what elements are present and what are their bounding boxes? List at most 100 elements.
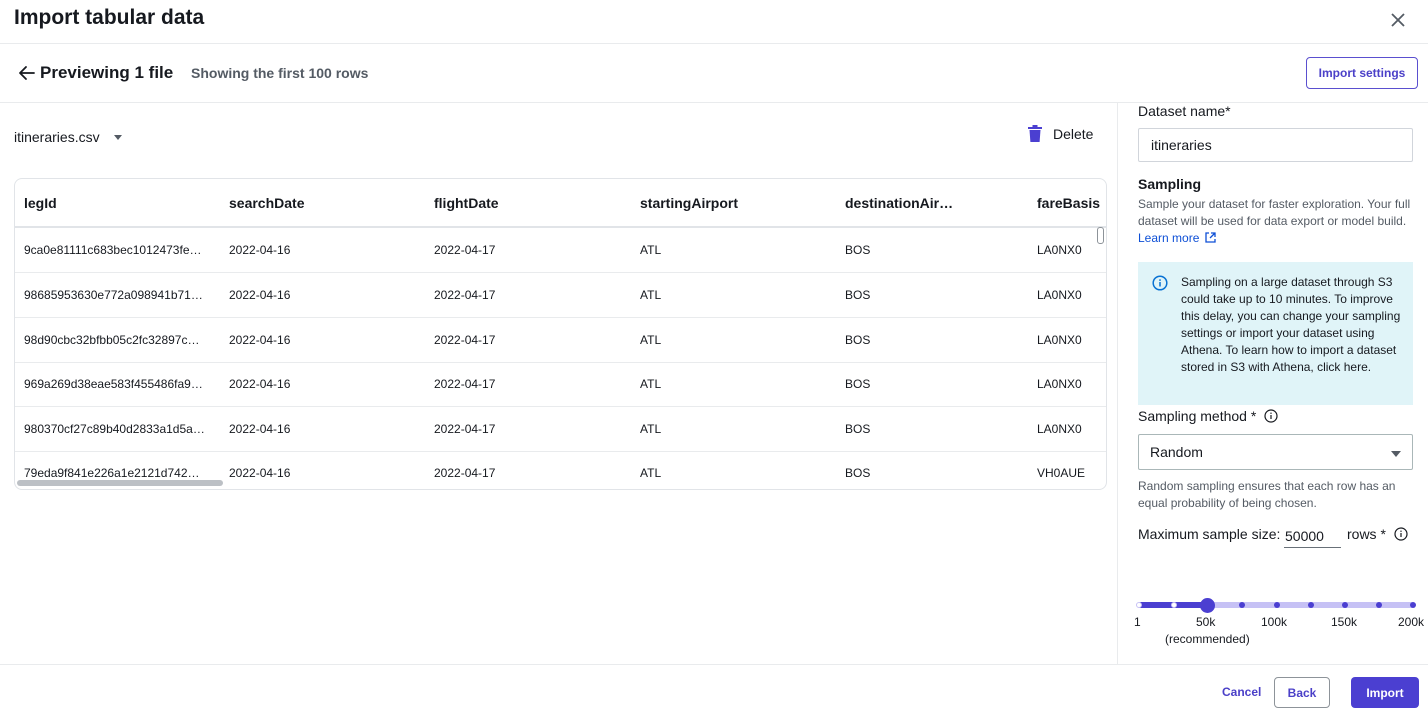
delete-label: Delete [1053, 126, 1094, 142]
table-cell: ATL [640, 377, 662, 391]
rows-label-text: rows * [1347, 526, 1386, 542]
table-cell: BOS [845, 288, 871, 302]
slider-tick [1342, 602, 1348, 608]
sampling-method-value: Random [1150, 444, 1203, 460]
learn-more-link[interactable]: Learn more [1138, 231, 1216, 245]
dialog-footer [0, 664, 1428, 714]
table-row: 98d90cbc32bfbb05c2fc32897c… 2022-04-16 2… [15, 318, 1106, 363]
table-cell: VH0AUE [1037, 466, 1086, 480]
horizontal-scrollbar[interactable] [17, 480, 223, 486]
max-sample-label: Maximum sample size: [1138, 526, 1281, 542]
slider-recommended-label: (recommended) [1165, 632, 1250, 646]
sampling-description-text: Sample your dataset for faster explorati… [1138, 197, 1411, 228]
table-cell: LA0NX0 [1037, 333, 1082, 347]
preview-table[interactable]: legId searchDate flightDate startingAirp… [14, 178, 1107, 490]
table-cell: BOS [845, 422, 871, 436]
sampling-method-help: Random sampling ensures that each row ha… [1138, 479, 1396, 510]
slider-label: 1 [1134, 615, 1141, 629]
table-cell: BOS [845, 377, 871, 391]
table-cell: 2022-04-17 [434, 288, 496, 302]
column-header[interactable]: destinationAir… [845, 195, 953, 211]
table-cell: BOS [845, 243, 871, 257]
close-icon[interactable] [1386, 8, 1410, 32]
caret-down-icon [113, 134, 122, 140]
table-cell: 79eda9f841e226a1e2121d742… [24, 466, 200, 480]
file-select-label: itineraries.csv [14, 129, 100, 145]
table-cell: ATL [640, 466, 662, 480]
table-cell: ATL [640, 422, 662, 436]
table-cell: 2022-04-17 [434, 422, 496, 436]
table-cell: 98685953630e772a098941b71… [24, 288, 203, 302]
table-cell: BOS [845, 466, 871, 480]
slider-tick [1376, 602, 1382, 608]
table-cell: LA0NX0 [1037, 377, 1082, 391]
max-sample-input[interactable] [1284, 524, 1341, 548]
info-icon[interactable] [1394, 527, 1408, 541]
external-link-icon [1205, 232, 1216, 243]
slider-tick [1136, 602, 1142, 608]
trash-icon [1028, 125, 1042, 142]
table-cell: 2022-04-16 [229, 466, 291, 480]
import-settings-button[interactable]: Import settings [1306, 57, 1418, 89]
slider-label: 150k [1331, 615, 1358, 629]
table-cell: LA0NX0 [1037, 243, 1082, 257]
table-cell: 980370cf27c89b40d2833a1d5a… [24, 422, 205, 436]
table-cell: 969a269d38eae583f455486fa9… [24, 377, 203, 391]
table-cell: 2022-04-17 [434, 243, 496, 257]
table-row: 9ca0e81111c683bec1012473fe… 2022-04-16 2… [15, 228, 1106, 273]
panel-divider [1117, 103, 1118, 664]
back-arrow-icon[interactable] [16, 62, 38, 84]
learn-more-label: Learn more [1138, 231, 1200, 245]
info-alert-text: Sampling on a large dataset through S3 c… [1181, 275, 1401, 374]
table-row: 980370cf27c89b40d2833a1d5a… 2022-04-16 2… [15, 407, 1106, 452]
table-cell: 2022-04-17 [434, 466, 496, 480]
rows-label: rows * [1347, 526, 1408, 542]
column-header[interactable]: startingAirport [640, 195, 738, 211]
caret-down-icon [1391, 451, 1401, 457]
table-cell: 2022-04-16 [229, 243, 291, 257]
dataset-name-label: Dataset name* [1138, 103, 1231, 119]
sampling-method-label-text: Sampling method * [1138, 408, 1257, 424]
table-row: 98685953630e772a098941b71… 2022-04-16 20… [15, 273, 1106, 318]
preview-bar: Previewing 1 file Showing the first 100 … [0, 44, 1428, 103]
table-cell: LA0NX0 [1037, 422, 1082, 436]
table-cell: BOS [845, 333, 871, 347]
table-cell: 2022-04-16 [229, 377, 291, 391]
table-cell: 2022-04-17 [434, 377, 496, 391]
import-button[interactable]: Import [1351, 677, 1419, 708]
table-cell: ATL [640, 288, 662, 302]
delete-button[interactable]: Delete [1027, 125, 1093, 143]
slider-tick [1239, 602, 1245, 608]
column-header[interactable]: legId [24, 195, 57, 211]
table-cell: 98d90cbc32bfbb05c2fc32897c… [24, 333, 200, 347]
preview-heading: Previewing 1 file [40, 63, 174, 82]
vertical-scrollbar[interactable] [1097, 227, 1104, 244]
dialog-title: Import tabular data [14, 6, 205, 29]
slider-label: 200k [1398, 615, 1425, 629]
table-cell: ATL [640, 243, 662, 257]
sampling-method-label: Sampling method * [1138, 408, 1278, 424]
slider-tick [1171, 602, 1177, 608]
table-cell: LA0NX0 [1037, 288, 1082, 302]
table-cell: 2022-04-16 [229, 288, 291, 302]
slider-label: 50k [1196, 615, 1216, 629]
dialog-header: Import tabular data [0, 0, 1428, 44]
column-header[interactable]: fareBasis [1037, 195, 1100, 211]
sampling-description: Sample your dataset for faster explorati… [1138, 196, 1416, 247]
preview-subheading: Showing the first 100 rows [191, 65, 369, 81]
slider-label: 100k [1261, 615, 1288, 629]
dataset-name-input[interactable]: itineraries [1138, 128, 1413, 162]
back-button[interactable]: Back [1274, 677, 1330, 708]
sampling-method-select[interactable]: Random [1138, 434, 1413, 470]
column-header[interactable]: flightDate [434, 195, 499, 211]
sampling-title: Sampling [1138, 176, 1202, 192]
info-icon[interactable] [1264, 409, 1278, 423]
table-cell: ATL [640, 333, 662, 347]
slider-thumb[interactable] [1200, 598, 1215, 613]
info-alert: Sampling on a large dataset through S3 c… [1138, 262, 1413, 405]
table-header: legId searchDate flightDate startingAirp… [15, 179, 1106, 228]
column-header[interactable]: searchDate [229, 195, 305, 211]
cancel-button[interactable]: Cancel [1222, 685, 1261, 699]
info-icon [1152, 275, 1168, 291]
file-select[interactable]: itineraries.csv [14, 129, 122, 145]
